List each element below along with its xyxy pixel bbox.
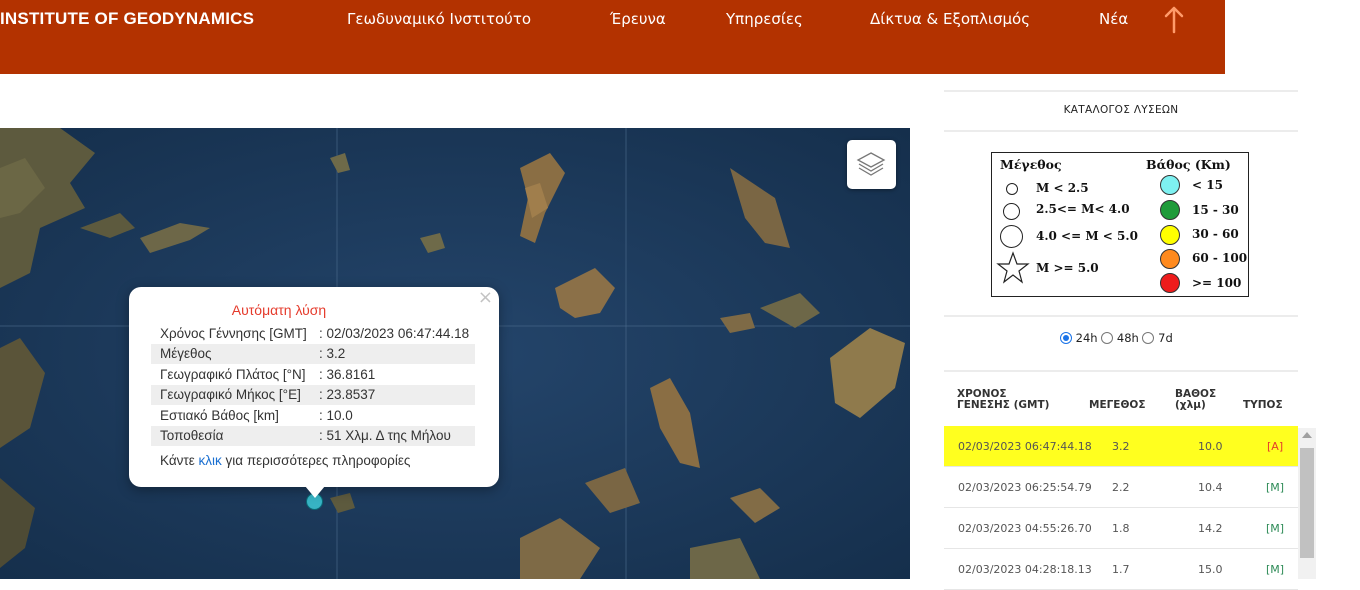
solutions-catalog-title: ΚΑΤΑΛΟΓΟΣ ΛΥΣΕΩΝ (1063, 104, 1179, 116)
divider (944, 90, 1298, 92)
event-row[interactable]: 02/03/2023 06:25:54.79 2.2 10.4 [M] (944, 467, 1298, 508)
radio-label-24h[interactable]: 24h (1076, 331, 1098, 345)
popup-row-origin-time: Χρόνος Γέννησης [GMT]: 02/03/2023 06:47:… (160, 325, 470, 341)
popup-row-latitude: Γεωγραφικό Πλάτος [°N]: 36.8161 (160, 366, 376, 382)
event-row[interactable]: 02/03/2023 04:55:26.70 1.8 14.2 [M] (944, 508, 1298, 549)
popup-title: Αυτόματη λύση (231, 302, 327, 318)
top-navigation-bar: INSTITUTE OF GEODYNAMICS Γεωδυναμικό Ινσ… (0, 0, 1225, 74)
brand-title[interactable]: INSTITUTE OF GEODYNAMICS (0, 9, 254, 29)
time-range-selector: 24h 48h 7d (1060, 331, 1173, 345)
popup-row-magnitude: Μέγεθος: 3.2 (151, 343, 475, 364)
divider (944, 130, 1298, 132)
event-row[interactable]: 02/03/2023 04:28:18.13 1.7 15.0 [M] (944, 549, 1298, 590)
popup-details-table: Χρόνος Γέννησης [GMT]: 02/03/2023 06:47:… (151, 323, 475, 446)
nav-item-services[interactable]: Υπηρεσίες (726, 10, 803, 28)
nav-item-networks[interactable]: Δίκτυα & Εξοπλισμός (870, 10, 1030, 28)
magnitude-star-icon (996, 251, 1030, 284)
radio-label-7d[interactable]: 7d (1158, 331, 1173, 345)
scroll-up-arrow-icon[interactable] (1302, 432, 1312, 438)
legend-depth-3: 30 - 60 (1192, 227, 1239, 241)
column-header-magnitude[interactable]: ΜΕΓΕΘΟΣ (1089, 400, 1146, 411)
popup-row-depth: Εστιακό Βάθος [km]: 10.0 (160, 407, 353, 423)
event-row[interactable]: 02/03/2023 06:47:44.18 3.2 10.0 [A] (944, 426, 1298, 467)
magnitude-large-circle-icon (1000, 225, 1023, 248)
magnitude-medium-circle-icon (1003, 203, 1020, 220)
radio-24h[interactable] (1060, 332, 1072, 344)
popup-row-longitude: Γεωγραφικό Μήκος [°E]: 23.8537 (151, 384, 475, 405)
depth-dot-icon (1160, 273, 1180, 293)
depth-dot-icon (1160, 249, 1180, 269)
depth-dot-icon (1160, 225, 1180, 245)
more-info-link[interactable]: κλικ (199, 453, 222, 468)
depth-dot-icon (1160, 175, 1180, 195)
legend-depth-header: Βάθος (Km) (1146, 157, 1231, 172)
scroll-top-arrow-icon[interactable] (1160, 4, 1188, 34)
nav-item-institute[interactable]: Γεωδυναμικό Ινστιτούτο (347, 10, 531, 28)
column-header-depth[interactable]: ΒΑΘΟΣ (χλμ) (1175, 389, 1216, 411)
legend-depth-5: >= 100 (1192, 276, 1242, 290)
depth-dot-icon (1160, 200, 1180, 220)
column-header-type[interactable]: ΤΥΠΟΣ (1243, 400, 1283, 411)
radio-48h[interactable] (1101, 332, 1114, 344)
magnitude-small-circle-icon (1006, 183, 1018, 195)
column-header-time[interactable]: ΧΡΟΝΟΣ ΓΕΝΕΣΗΣ (GMT) (957, 389, 1049, 411)
event-popup: × Αυτόματη λύση Χρόνος Γέννησης [GMT]: 0… (129, 287, 499, 487)
popup-more-info: Κάντε κλικ για περισσότερες πληροφορίες (160, 453, 411, 468)
divider (944, 370, 1298, 372)
legend-depth-1: < 15 (1192, 178, 1223, 192)
legend-depth-4: 60 - 100 (1192, 251, 1248, 265)
legend-depth-2: 15 - 30 (1192, 203, 1239, 217)
divider (944, 315, 1298, 317)
legend-magnitude-header: Μέγεθος (1000, 157, 1062, 172)
nav-item-research[interactable]: Έρευνα (610, 10, 666, 28)
legend-magnitude-3: 4.0 <= M < 5.0 (1036, 229, 1138, 243)
scrollbar-thumb[interactable] (1300, 448, 1314, 558)
legend-magnitude-2: 2.5<= M< 4.0 (1036, 202, 1130, 216)
radio-label-48h[interactable]: 48h (1117, 331, 1139, 345)
nav-item-news[interactable]: Νέα (1099, 10, 1128, 28)
popup-pointer (305, 486, 325, 498)
legend-magnitude-4: M >= 5.0 (1036, 261, 1099, 275)
legend-box: Μέγεθος Βάθος (Km) M < 2.5 2.5<= M< 4.0 … (991, 152, 1249, 297)
legend-magnitude-1: M < 2.5 (1036, 181, 1089, 195)
layers-icon (856, 152, 886, 176)
radio-7d[interactable] (1142, 332, 1155, 344)
layers-control-button[interactable] (847, 140, 896, 189)
popup-close-button[interactable]: × (478, 287, 493, 308)
popup-row-location: Τοποθεσία: 51 Χλμ. Δ της Μήλου (151, 425, 475, 446)
